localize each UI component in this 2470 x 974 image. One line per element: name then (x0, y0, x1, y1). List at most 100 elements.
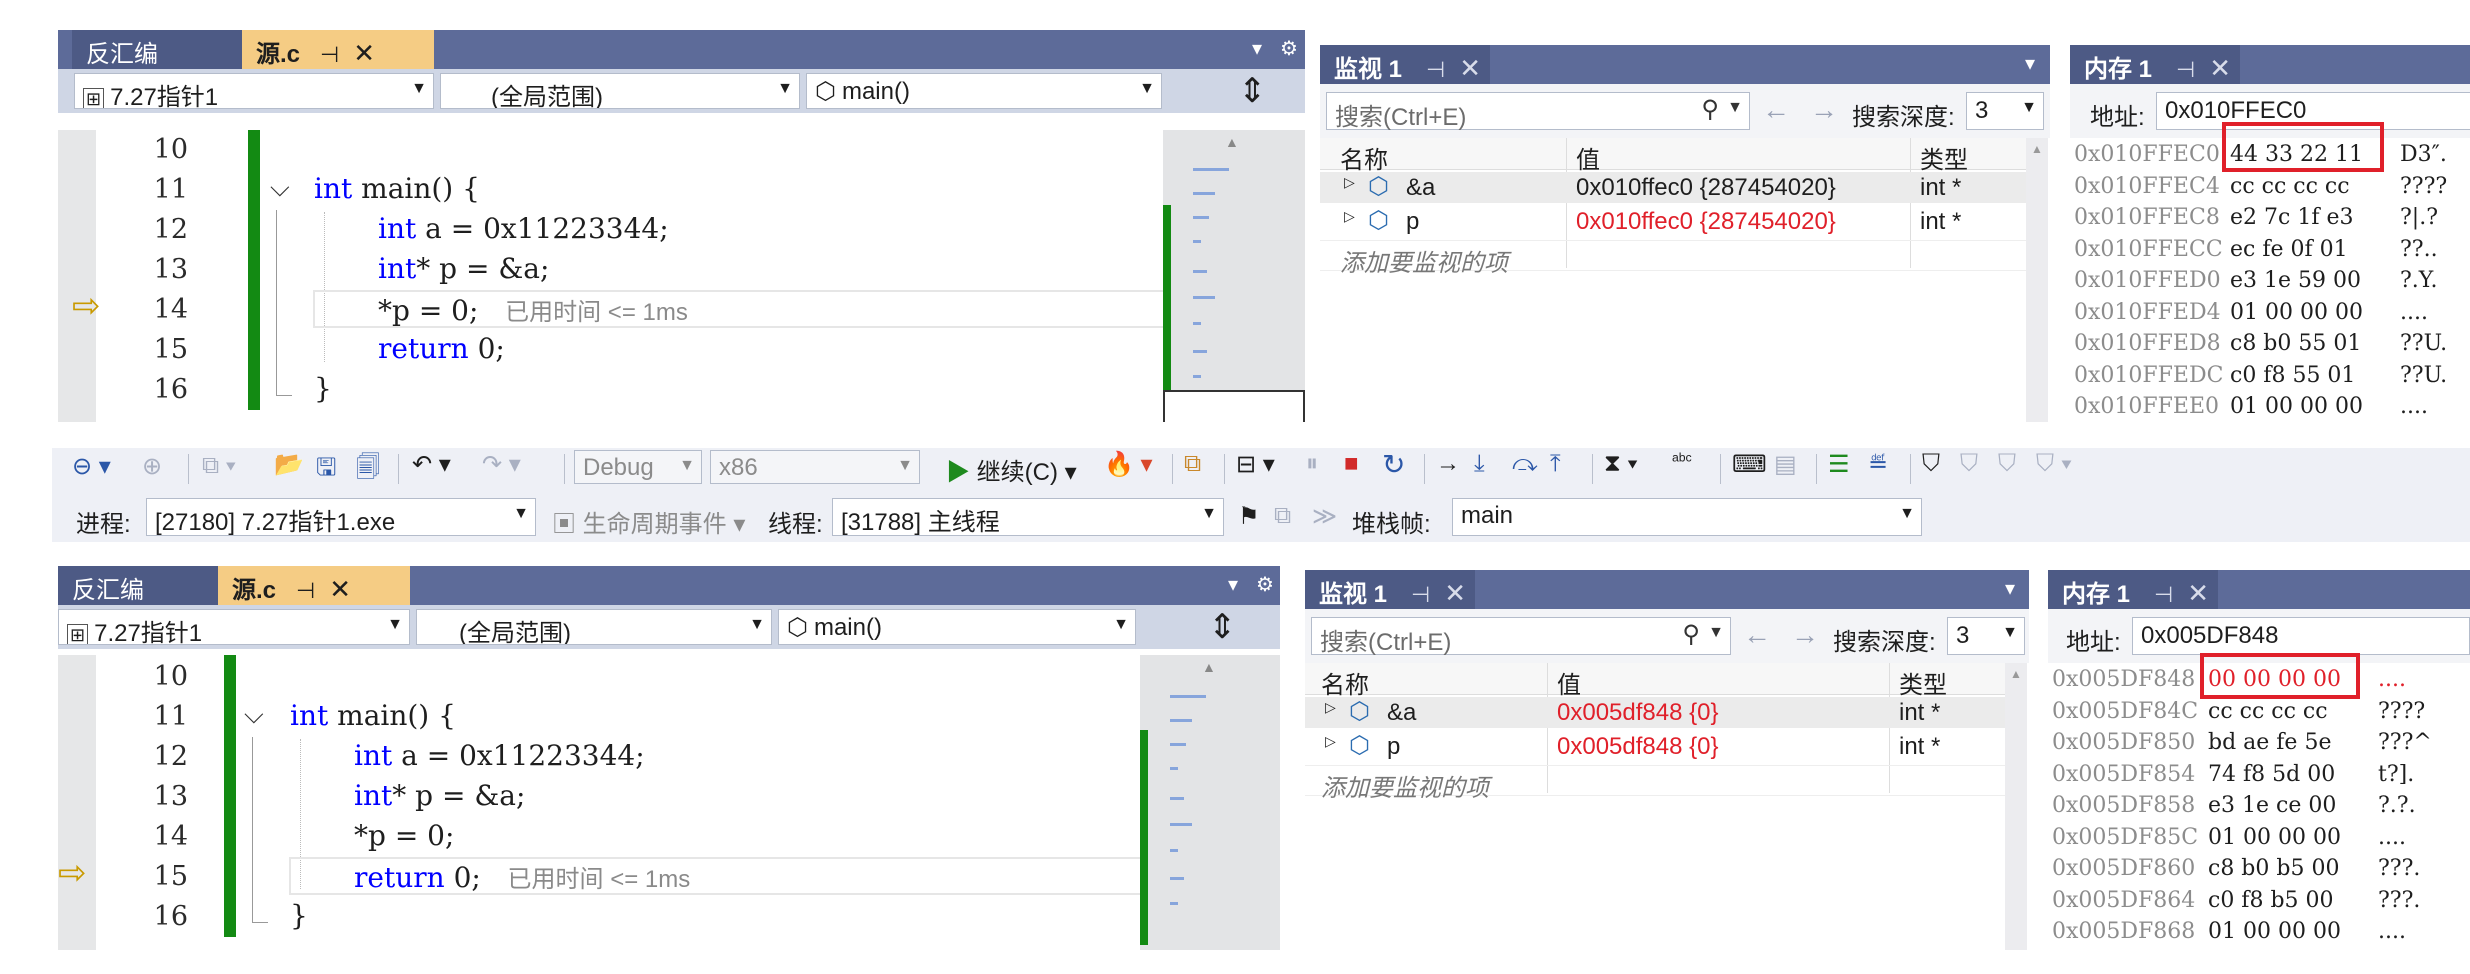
hot-reload-icon[interactable]: 🔥 ▾ (1104, 450, 1153, 479)
column-header-name[interactable]: 名称 (1321, 665, 1369, 700)
breakpoints-icon[interactable]: ⧗ ▾ (1604, 450, 1638, 478)
stack-frame-combo[interactable]: main ▼ (1452, 498, 1922, 536)
memory-bytes[interactable]: c8 b0 b5 00 (2208, 856, 2339, 881)
flag-icon[interactable]: ⚑ (1238, 502, 1260, 531)
watch-search-input[interactable]: 搜索(Ctrl+E) ⚲ ▼ (1326, 92, 1750, 131)
address-input[interactable]: 0x005DF848 (2132, 617, 2470, 655)
collapse-icon[interactable]: ⌵ (270, 172, 290, 204)
tab-disassembly[interactable]: 反汇编 (72, 30, 242, 69)
forward-icon[interactable]: → (1810, 94, 1838, 126)
memory-bytes[interactable]: c0 f8 55 01 (2230, 363, 2355, 388)
memory-bytes[interactable]: e2 7c 1f e3 (2230, 205, 2353, 230)
watch-value-changed[interactable]: 0x005df848 {0} (1557, 733, 1719, 761)
tab-source[interactable]: 源.c ⊣ ✕ (218, 566, 410, 605)
pin-icon[interactable]: ⊣ (2154, 582, 2173, 607)
filter-threads-icon[interactable]: ⧉ (1274, 502, 1291, 530)
bottom-code-editor[interactable]: 10 11 12 13 14 15 16 ⇨ ⌵ int main() { in… (58, 655, 1280, 950)
watch-row[interactable]: ▷ ⬡ p 0x005df848 {0} int * (1305, 731, 2005, 762)
expand-icon[interactable]: ▷ (1344, 208, 1355, 225)
function-combo[interactable]: ⬡ main() ▼ (806, 73, 1162, 109)
settings-icon[interactable]: ⚙ (1280, 36, 1298, 61)
indent-icon[interactable]: ☰ (1828, 450, 1850, 479)
dropdown-icon[interactable]: ▾ (2025, 51, 2035, 76)
expand-icon[interactable]: ▷ (1325, 733, 1336, 750)
memory-bytes[interactable]: e3 1e 59 00 (2230, 268, 2361, 293)
redo-icon[interactable]: ↷ ▾ (482, 450, 521, 479)
settings-icon[interactable]: ⚙ (1256, 572, 1274, 597)
watch-scrollbar[interactable]: ▲ (2005, 663, 2027, 950)
step-into-icon[interactable]: ⤓ (1474, 450, 1485, 478)
uncomment-icon[interactable]: ▤ (1774, 450, 1797, 479)
expand-icon[interactable]: ▷ (1325, 699, 1336, 716)
lifecycle-events-button[interactable]: ▣ 生命周期事件 ▾ (552, 504, 745, 539)
close-icon[interactable]: ✕ (353, 38, 375, 68)
watch-row[interactable]: ▷ ⬡ &a 0x010ffec0 {287454020} int * (1320, 172, 2026, 203)
watch-scrollbar[interactable]: ▲ (2026, 138, 2048, 422)
code-minimap[interactable]: ▲ (1140, 655, 1280, 950)
add-watch-item[interactable]: 添加要监视的项 (1320, 240, 2026, 277)
close-icon[interactable]: ✕ (2187, 578, 2209, 608)
show-threads-icon[interactable]: ≫ (1312, 502, 1337, 531)
watch-value[interactable]: 0x010ffec0 {287454020} (1576, 174, 1836, 202)
memory-bytes[interactable]: 01 00 00 00 (2208, 825, 2341, 850)
dropdown-icon[interactable]: ▾ (1228, 572, 1238, 597)
back-icon[interactable]: ← (1743, 619, 1771, 651)
tab-memory[interactable]: 内存 1 ⊣ ✕ (2048, 570, 2218, 609)
bookmark-icon[interactable]: ⛉ (1922, 450, 1940, 478)
search-depth-select[interactable]: 3 ▼ (1947, 617, 2025, 655)
tab-disassembly[interactable]: 反汇编 (58, 566, 218, 605)
continue-button[interactable]: ▶ 继续(C) ▾ (946, 452, 1077, 487)
pin-icon[interactable]: ⊣ (1411, 582, 1430, 607)
scope-combo[interactable]: (全局范围) ▼ (440, 73, 800, 109)
chevron-down-icon[interactable]: ▼ (1727, 99, 1743, 117)
tab-watch[interactable]: 监视 1 ⊣ ✕ (1305, 570, 1475, 609)
back-icon[interactable]: ⊖ ▾ (72, 452, 111, 481)
memory-bytes[interactable]: ec fe 0f 01 (2230, 237, 2348, 262)
code-minimap[interactable]: ▲ (1163, 130, 1305, 422)
thread-combo[interactable]: [31788] 主线程 ▼ (832, 498, 1224, 536)
back-icon[interactable]: ← (1762, 94, 1790, 126)
collapse-icon[interactable]: ⌵ (244, 699, 264, 731)
memory-bytes[interactable]: bd ae fe 5e (2208, 730, 2331, 755)
column-header-name[interactable]: 名称 (1340, 140, 1388, 175)
step-out-icon[interactable]: ⤒ (1550, 450, 1561, 478)
top-code-editor[interactable]: 10 11 12 13 14 15 16 ⇨ ⌵ int main() { in… (58, 130, 1305, 422)
tab-source[interactable]: 源.c ⊣ ✕ (242, 30, 434, 69)
configuration-combo[interactable]: Debug ▼ (574, 450, 702, 484)
scroll-up-icon[interactable]: ▲ (2010, 667, 2022, 681)
open-folder-icon[interactable]: 📂 (274, 450, 304, 479)
next-bookmark-icon[interactable]: ⛉ (1998, 450, 2016, 478)
memory-grid[interactable]: 0x005DF848 00 00 00 00.... 0x005DF84C cc cc… (2048, 663, 2470, 950)
split-icon[interactable]: ⇕ (1238, 71, 1267, 111)
live-share-icon[interactable]: ⧉ (1184, 450, 1201, 478)
outdent-icon[interactable]: ≝ (1868, 450, 1888, 479)
split-icon[interactable]: ⇕ (1208, 607, 1237, 647)
watch-row[interactable]: ▷ ⬡ p 0x010ffec0 {287454020} int * (1320, 206, 2026, 237)
memory-bytes[interactable]: cc cc cc cc (2208, 699, 2328, 724)
memory-bytes[interactable]: cc cc cc cc (2230, 174, 2350, 199)
watch-row[interactable]: ▷ ⬡ &a 0x005df848 {0} int * (1305, 697, 2005, 728)
watch-search-input[interactable]: 搜索(Ctrl+E) ⚲ ▼ (1311, 617, 1731, 656)
step-over-icon[interactable]: ⤼ (1512, 450, 1538, 478)
pin-icon[interactable]: ⊣ (2176, 57, 2195, 82)
minimap-viewport[interactable] (1163, 390, 1305, 422)
forward-icon[interactable]: ⊕ (142, 452, 162, 481)
dropdown-icon[interactable]: ▾ (2005, 576, 2015, 601)
column-header-type[interactable]: 类型 (1899, 665, 1947, 700)
memory-bytes[interactable]: 74 f8 5d 00 (2208, 762, 2335, 787)
diagnostic-icon[interactable]: ⊟ ▾ (1236, 450, 1275, 479)
memory-bytes[interactable]: 01 00 00 00 (2230, 300, 2363, 325)
close-icon[interactable]: ✕ (2209, 53, 2231, 83)
function-combo[interactable]: ⬡ main() ▼ (778, 609, 1136, 645)
pause-icon[interactable]: ⏸ (1306, 450, 1318, 478)
project-combo[interactable]: ⊞ 7.27指针1 ▼ (58, 609, 410, 645)
memory-bytes[interactable]: 01 00 00 00 (2208, 919, 2341, 944)
memory-bytes[interactable]: c0 f8 b5 00 (2208, 888, 2334, 913)
memory-bytes[interactable]: 01 00 00 00 (2230, 394, 2363, 419)
project-combo[interactable]: ⊞ 7.27指针1 ▼ (74, 73, 434, 109)
scroll-up-icon[interactable]: ▲ (1225, 134, 1239, 150)
process-combo[interactable]: [27180] 7.27指针1.exe ▼ (146, 498, 536, 536)
pin-icon[interactable]: ⊣ (320, 42, 339, 67)
save-all-icon[interactable]: 🗐 (356, 450, 380, 491)
platform-combo[interactable]: x86 ▼ (710, 450, 920, 484)
